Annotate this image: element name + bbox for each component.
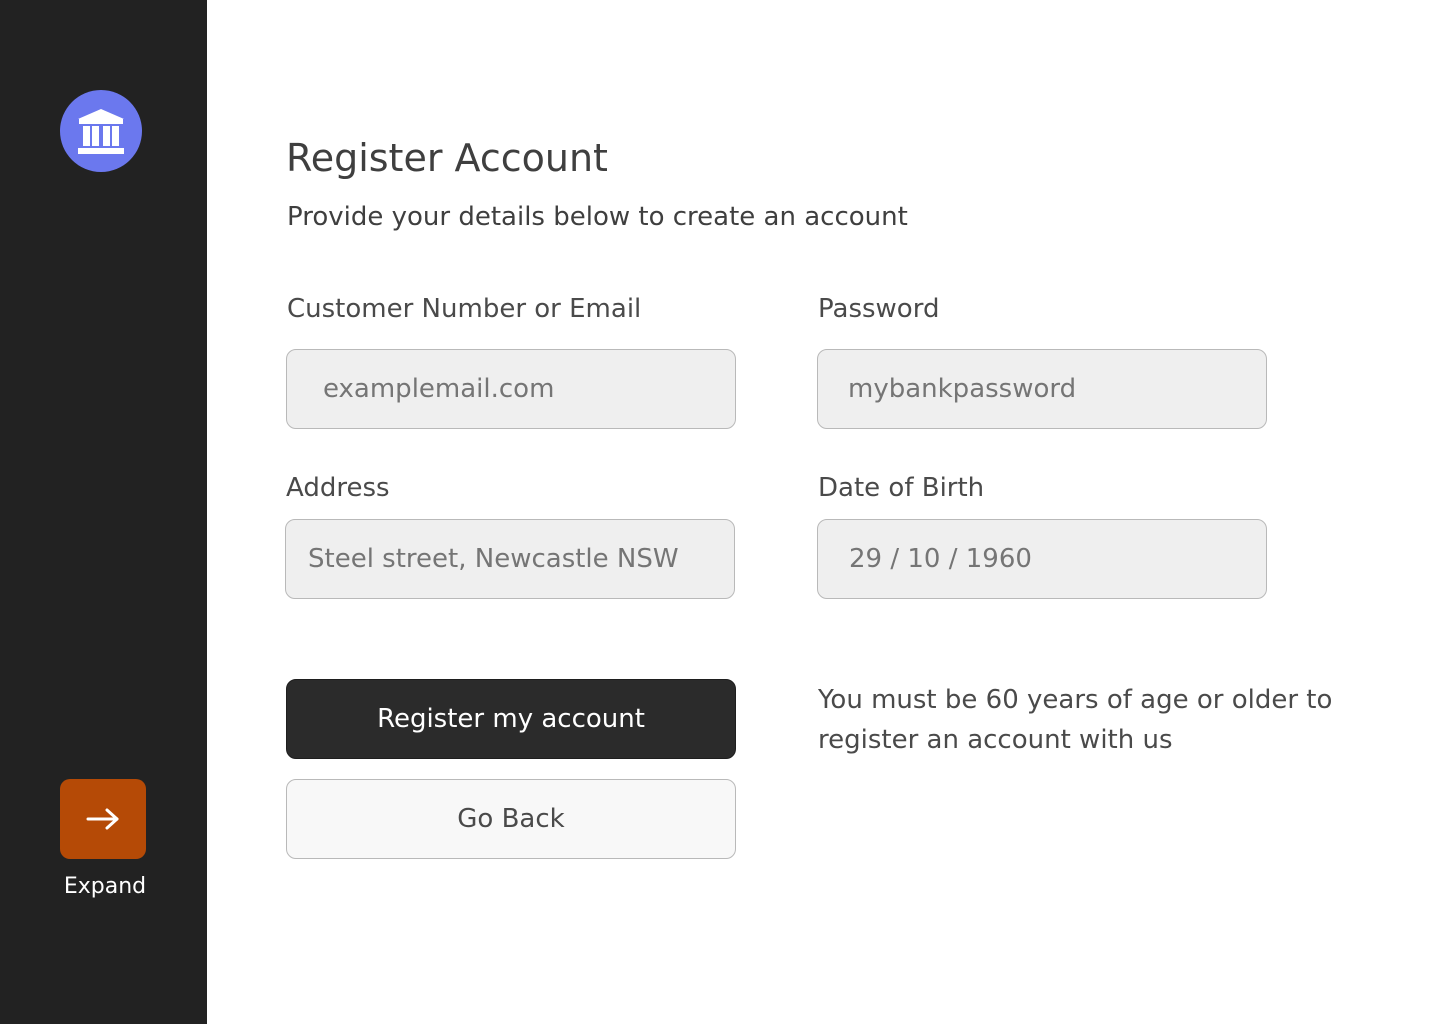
expand-button[interactable] [60,779,146,859]
email-field-container [286,349,736,429]
email-label: Customer Number or Email [287,294,642,324]
dob-field[interactable] [849,520,1266,598]
app: Expand Register Account Provide your det… [0,0,1440,1024]
arrow-right-icon [86,808,119,830]
address-label: Address [286,473,390,503]
register-button[interactable]: Register my account [286,679,736,759]
go-back-button[interactable]: Go Back [286,779,736,859]
address-field-container [285,519,735,599]
password-label: Password [818,294,940,324]
dob-label: Date of Birth [818,473,985,503]
dob-field-container [817,519,1267,599]
page-subtitle: Provide your details below to create an … [287,202,908,232]
age-requirement-note: You must be 60 years of age or older to … [818,685,1333,755]
page-title: Register Account [286,136,608,180]
email-field[interactable] [323,350,735,428]
password-field[interactable] [848,350,1266,428]
password-field-container [817,349,1267,429]
bank-icon [78,109,124,154]
address-field[interactable] [308,520,734,598]
expand-label: Expand [63,874,147,899]
sidebar: Expand [0,0,207,1024]
bank-logo[interactable] [60,90,142,172]
